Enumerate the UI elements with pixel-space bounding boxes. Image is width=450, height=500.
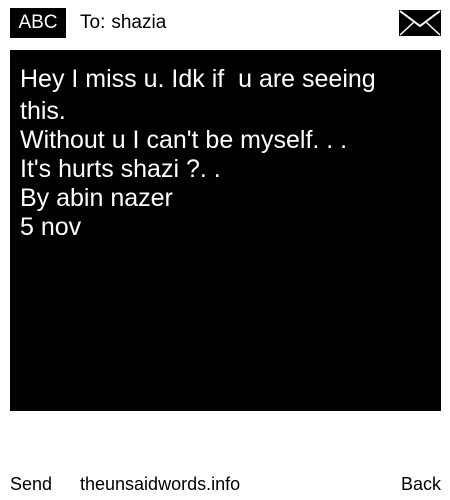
site-label: theunsaidwords.info	[80, 474, 241, 494]
softkey-bar: Send theunsaidwords.info Back	[0, 470, 450, 498]
to-label: To:	[80, 12, 106, 33]
message-line: Without u I can't be myself. . .	[20, 126, 348, 154]
message-line: It's hurts shazi ?. .	[20, 155, 221, 183]
recipient-field[interactable]: To: shazia	[80, 8, 166, 38]
input-mode-badge[interactable]: ABC	[10, 8, 66, 38]
message-line: 5 nov	[20, 213, 82, 241]
recipient-name: shazia	[111, 12, 167, 33]
message-text: Hey I miss u. Idk if u are seeing this. …	[20, 62, 430, 242]
envelope-icon	[399, 10, 441, 36]
back-softkey[interactable]: Back	[401, 470, 441, 498]
header-bar: ABC To: shazia	[0, 0, 450, 45]
message-line: this.	[20, 97, 66, 125]
send-softkey[interactable]: Send	[10, 470, 52, 498]
message-line: Hey I miss u. Idk if u are seeing	[20, 65, 376, 93]
message-line: By abin nazer	[20, 184, 173, 212]
message-body[interactable]: Hey I miss u. Idk if u are seeing this. …	[10, 50, 441, 411]
